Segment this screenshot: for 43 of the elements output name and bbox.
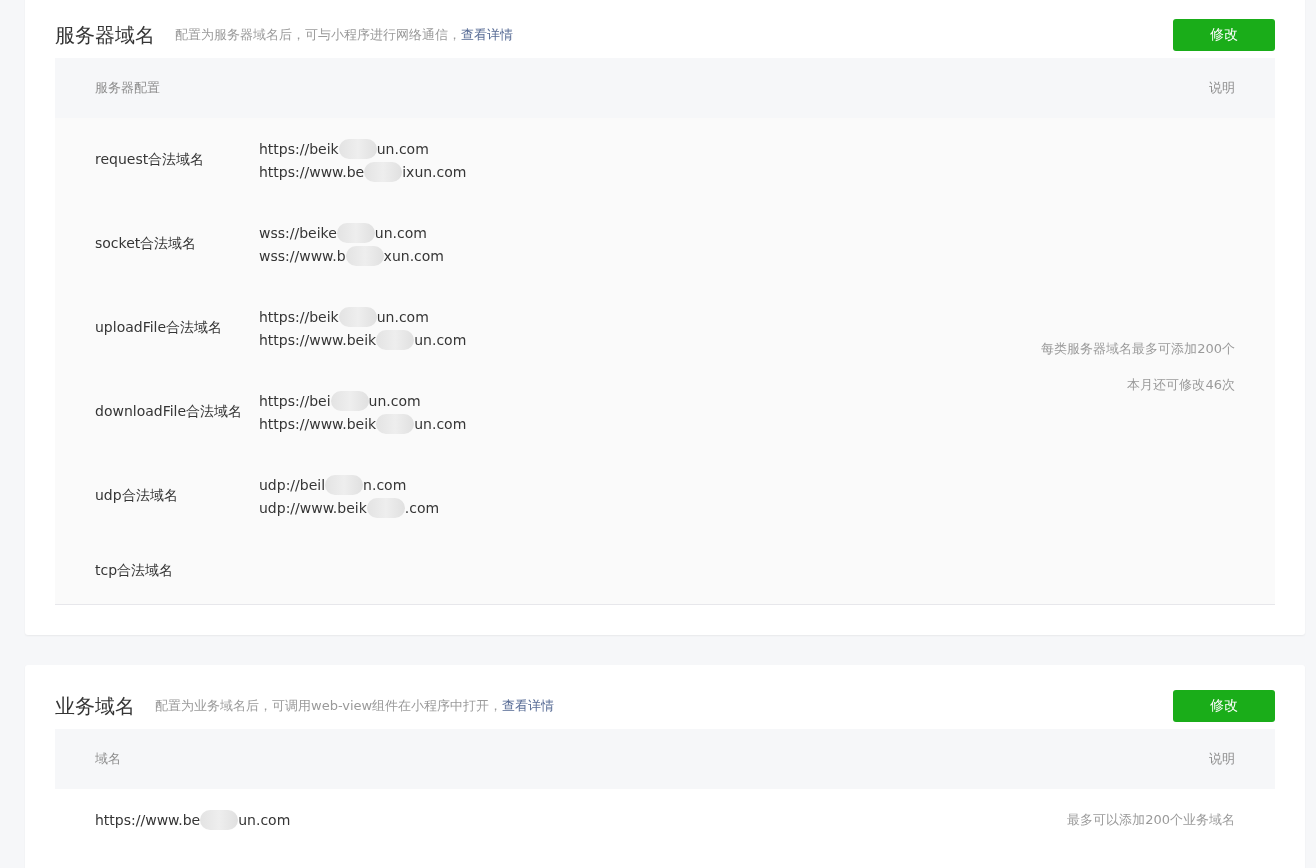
domain-text: https://beik un.com xyxy=(259,306,430,327)
domain-text: udp://beil n.com xyxy=(259,474,408,495)
blur-patch xyxy=(338,138,377,159)
domain-text: wss://beike un.com xyxy=(259,222,428,243)
details-link[interactable]: 查看详情 xyxy=(461,27,513,42)
domain-text: https://www.be un.com xyxy=(95,810,291,830)
limit-note: 最多可以添加200个业务域名 xyxy=(1067,811,1235,829)
domain-text: https://www.beik un.com xyxy=(259,413,467,434)
column-header: 说明 xyxy=(1209,750,1235,768)
blur-patch xyxy=(336,222,375,243)
section-title: 业务域名 xyxy=(55,692,135,720)
limit-note: 每类服务器域名最多可添加200个 xyxy=(1041,340,1235,358)
domain-text: https://www.be ixun.com xyxy=(259,161,467,182)
blur-patch xyxy=(366,497,405,518)
blur-patch xyxy=(376,413,415,434)
column-header: 域名 xyxy=(95,750,121,768)
domain-text: wss://www.b xun.com xyxy=(259,245,444,266)
row-label: uploadFile合法域名 xyxy=(95,319,224,337)
row-label: tcp合法域名 xyxy=(95,562,175,580)
row-label: request合法域名 xyxy=(95,151,206,169)
row-label: udp合法域名 xyxy=(95,487,179,505)
section-description: 配置为业务域名后，可调用web-view组件在小程序中打开，查看详情 xyxy=(155,697,556,715)
domain-text: https://bei un.com xyxy=(259,390,422,411)
blur-patch xyxy=(330,390,369,411)
column-header: 说明 xyxy=(1209,79,1235,97)
blur-patch xyxy=(376,329,415,350)
details-link[interactable]: 查看详情 xyxy=(502,698,555,713)
column-header: 服务器配置 xyxy=(95,79,160,97)
blur-patch xyxy=(325,474,364,495)
edit-button[interactable]: 修改 xyxy=(1173,19,1275,51)
section-description: 配置为服务器域名后，可与小程序进行网络通信，查看详情 xyxy=(175,26,514,44)
blur-patch xyxy=(338,306,377,327)
row-label: socket合法域名 xyxy=(95,235,198,253)
blur-patch xyxy=(364,161,403,182)
edit-button[interactable]: 修改 xyxy=(1173,690,1275,722)
limit-note: 本月还可修改46次 xyxy=(1127,376,1235,394)
row-label: downloadFile合法域名 xyxy=(95,403,244,421)
blur-patch xyxy=(200,810,239,830)
domain-text: https://beik un.com xyxy=(259,138,430,159)
section-title: 服务器域名 xyxy=(55,21,155,49)
blur-patch xyxy=(345,245,384,266)
domain-text: udp://www.beik .com xyxy=(259,497,440,518)
domain-text: https://www.beik un.com xyxy=(259,329,467,350)
